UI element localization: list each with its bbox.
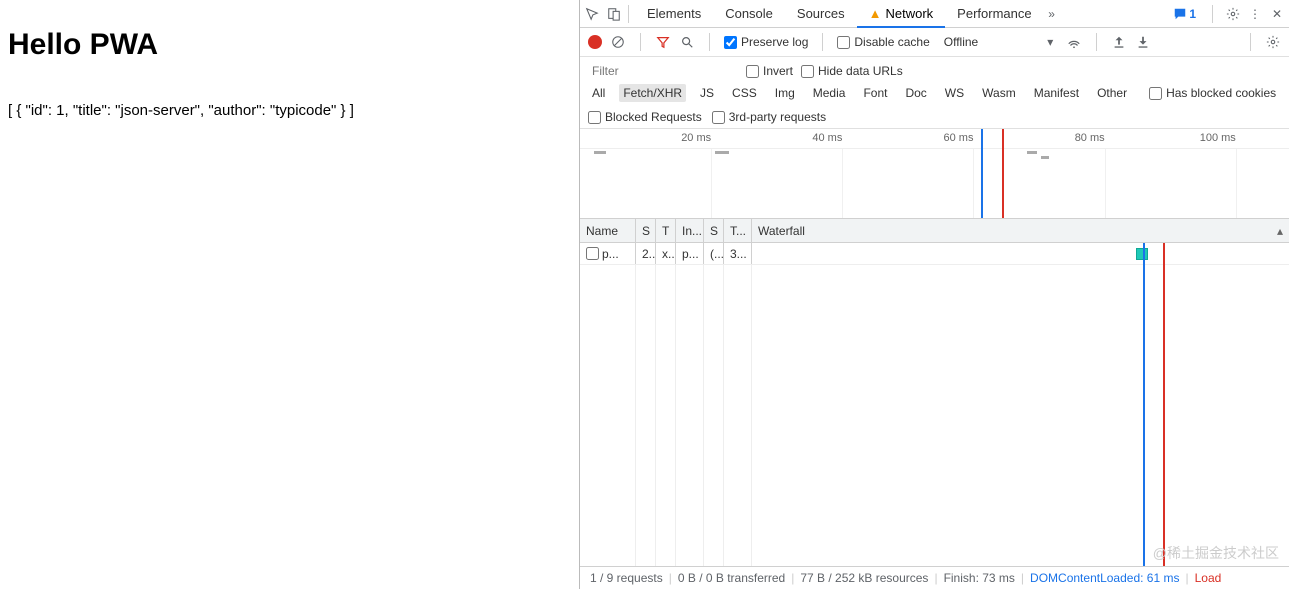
filter-icon[interactable]	[655, 34, 671, 50]
timeline-tick: 40 ms	[812, 132, 842, 144]
hide-data-urls-checkbox[interactable]: Hide data URLs	[801, 64, 903, 78]
upload-har-icon[interactable]	[1111, 34, 1127, 50]
device-toggle-icon[interactable]	[606, 6, 622, 22]
col-type[interactable]: T	[656, 219, 676, 242]
status-load: Load	[1195, 571, 1222, 585]
col-name[interactable]: Name	[580, 219, 636, 242]
status-bar: 1 / 9 requests | 0 B / 0 B transferred |…	[580, 567, 1289, 589]
warning-icon: ▲	[869, 6, 882, 21]
download-har-icon[interactable]	[1135, 34, 1151, 50]
inspect-icon[interactable]	[584, 6, 600, 22]
chip-wasm[interactable]: Wasm	[978, 84, 1020, 102]
chip-manifest[interactable]: Manifest	[1030, 84, 1083, 102]
page-body-text: [ { "id": 1, "title": "json-server", "au…	[8, 102, 571, 119]
network-settings-icon[interactable]	[1265, 34, 1281, 50]
disable-cache-checkbox[interactable]: Disable cache	[837, 35, 929, 49]
filter-input[interactable]	[588, 62, 738, 80]
timeline-tick: 100 ms	[1200, 132, 1236, 144]
timeline-tick: 20 ms	[681, 132, 711, 144]
network-toolbar: Preserve log Disable cache Offline ▾	[580, 28, 1289, 57]
rendered-page: Hello PWA [ { "id": 1, "title": "json-se…	[0, 0, 580, 589]
kebab-menu-icon[interactable]: ⋮	[1247, 6, 1263, 22]
col-time[interactable]: T...	[724, 219, 752, 242]
invert-checkbox[interactable]: Invert	[746, 64, 793, 78]
throttling-select[interactable]: Offline	[938, 33, 984, 51]
col-initiator[interactable]: In...	[676, 219, 704, 242]
blocked-requests-checkbox[interactable]: Blocked Requests	[588, 110, 702, 124]
status-requests: 1 / 9 requests	[590, 571, 663, 585]
table-row[interactable]: p... 2... x... p... (... 3...	[580, 243, 1289, 265]
throttling-chevron-icon[interactable]: ▾	[1042, 34, 1058, 50]
chip-js[interactable]: JS	[696, 84, 718, 102]
close-icon[interactable]: ✕	[1269, 6, 1285, 22]
chip-font[interactable]: Font	[859, 84, 891, 102]
network-conditions-icon[interactable]	[1066, 34, 1082, 50]
chip-other[interactable]: Other	[1093, 84, 1131, 102]
chip-doc[interactable]: Doc	[901, 84, 930, 102]
chip-all[interactable]: All	[588, 84, 609, 102]
chip-media[interactable]: Media	[809, 84, 850, 102]
clear-icon[interactable]	[610, 34, 626, 50]
page-title: Hello PWA	[8, 28, 571, 62]
col-waterfall[interactable]: Waterfall▴	[752, 219, 1289, 242]
timeline-tick: 80 ms	[1075, 132, 1105, 144]
timeline-overview[interactable]: 20 ms 40 ms 60 ms 80 ms 100 ms	[580, 129, 1289, 219]
search-icon[interactable]	[679, 34, 695, 50]
sort-icon: ▴	[1277, 224, 1283, 238]
status-transferred: 0 B / 0 B transferred	[678, 571, 785, 585]
timeline-tick: 60 ms	[944, 132, 974, 144]
chip-css[interactable]: CSS	[728, 84, 761, 102]
request-filter-row2: Blocked Requests 3rd-party requests	[580, 106, 1289, 129]
col-size[interactable]: S	[704, 219, 724, 242]
record-icon[interactable]	[588, 35, 602, 49]
preserve-log-checkbox[interactable]: Preserve log	[724, 35, 808, 49]
devtools-panel: Elements Console Sources ▲Network Perfor…	[580, 0, 1289, 589]
devtools-tab-strip: Elements Console Sources ▲Network Perfor…	[580, 0, 1289, 28]
tab-network[interactable]: ▲Network	[857, 0, 946, 27]
tab-console[interactable]: Console	[713, 0, 785, 27]
col-status[interactable]: S	[636, 219, 656, 242]
chip-img[interactable]: Img	[771, 84, 799, 102]
issues-badge[interactable]: 1	[1169, 7, 1200, 21]
has-blocked-cookies-checkbox[interactable]: Has blocked cookies	[1149, 86, 1276, 100]
row-checkbox[interactable]	[586, 247, 599, 260]
chip-fetch-xhr[interactable]: Fetch/XHR	[619, 84, 686, 102]
table-header: Name S T In... S T... Waterfall▴	[580, 219, 1289, 243]
status-resources: 77 B / 252 kB resources	[800, 571, 928, 585]
settings-icon[interactable]	[1225, 6, 1241, 22]
status-dcl: DOMContentLoaded: 61 ms	[1030, 571, 1179, 585]
type-filter-chips: All Fetch/XHR JS CSS Img Media Font Doc …	[580, 80, 1289, 106]
status-finish: Finish: 73 ms	[944, 571, 1015, 585]
third-party-checkbox[interactable]: 3rd-party requests	[712, 110, 826, 124]
tab-performance[interactable]: Performance	[945, 0, 1043, 27]
chip-ws[interactable]: WS	[941, 84, 968, 102]
tab-sources[interactable]: Sources	[785, 0, 857, 27]
filter-bar: Invert Hide data URLs	[580, 57, 1289, 80]
tab-elements[interactable]: Elements	[635, 0, 713, 27]
more-tabs-icon[interactable]: »	[1044, 6, 1060, 22]
request-table: Name S T In... S T... Waterfall▴ p... 2.…	[580, 219, 1289, 567]
